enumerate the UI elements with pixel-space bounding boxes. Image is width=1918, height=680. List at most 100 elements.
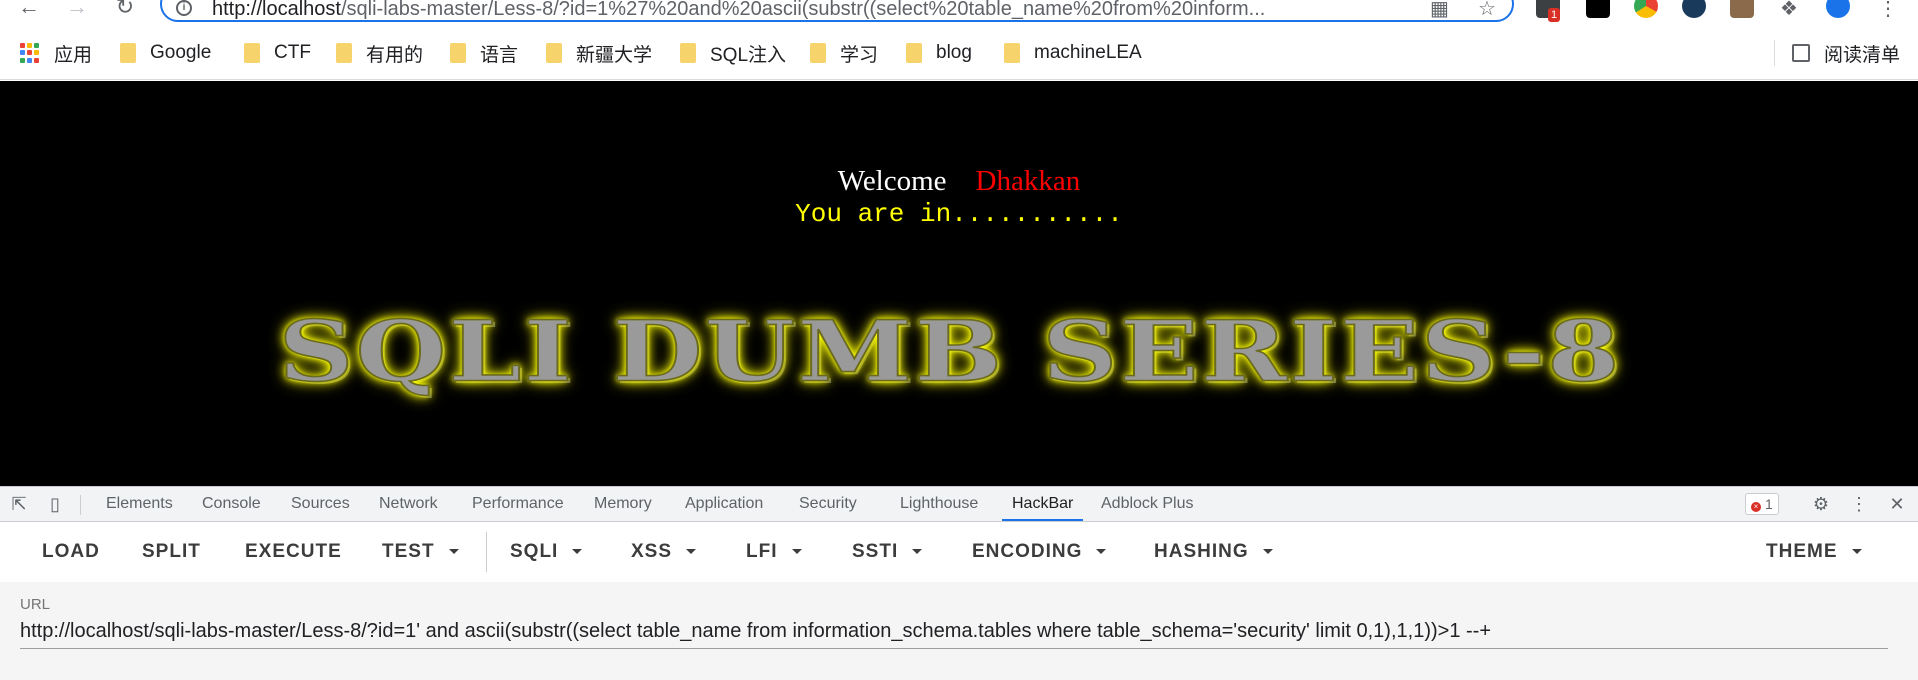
puzzle-icon[interactable]: ❖: [1780, 0, 1798, 21]
bookmark-label: machineLEA: [1034, 42, 1142, 63]
folder-icon: [450, 43, 466, 63]
inspect-element-icon[interactable]: ⇱: [8, 493, 30, 515]
devtools-panel: ⇱ ▯ Elements Console Sources Network Per…: [0, 486, 1918, 680]
bookmarks-bar: 应用 Google CTF 有用的 语言 新疆大学 SQL注入 学习 blog …: [0, 26, 1918, 80]
bookmark-folder-google[interactable]: Google: [120, 40, 211, 66]
execute-button[interactable]: EXECUTE: [245, 540, 342, 564]
bookmark-label: 新疆大学: [576, 44, 653, 66]
tab-lighthouse[interactable]: Lighthouse: [900, 487, 978, 521]
bookmark-folder-ctf[interactable]: CTF: [244, 40, 311, 66]
tab-sources[interactable]: Sources: [291, 487, 350, 521]
address-path: /sqli-labs-master/Less-8/?id=1%27%20and%…: [340, 0, 1266, 20]
tab-security[interactable]: Security: [799, 487, 857, 521]
bookmark-label: Google: [150, 42, 212, 63]
bookmark-label: CTF: [274, 42, 311, 63]
apps-icon: [20, 43, 40, 63]
address-host: http://localhost: [212, 0, 341, 20]
chrome-extension-icon[interactable]: [1634, 0, 1658, 18]
error-counter[interactable]: × 1: [1745, 493, 1779, 515]
xss-label: XSS: [631, 541, 673, 562]
caret-down-icon: [912, 549, 923, 555]
bookmark-label: 学习: [840, 44, 879, 66]
settings-gear-icon[interactable]: ⚙: [1810, 493, 1832, 515]
folder-icon: [906, 43, 922, 63]
page-content: Welcome Dhakkan You are in........... SQ…: [0, 81, 1918, 486]
sqli-dropdown[interactable]: SQLI: [510, 540, 583, 564]
welcome-line: Welcome Dhakkan: [0, 165, 1918, 198]
divider: [486, 532, 487, 572]
banner-logo: SQLI DUMB SERIES-8: [250, 291, 1650, 411]
test-label: TEST: [382, 541, 435, 562]
devtools-menu-icon[interactable]: ⋮: [1848, 493, 1870, 515]
url-input[interactable]: http://localhost/sqli-labs-master/Less-8…: [20, 620, 1491, 643]
lfi-label: LFI: [746, 541, 778, 562]
bookmark-label: 语言: [480, 44, 519, 66]
tab-memory[interactable]: Memory: [594, 487, 652, 521]
url-input-underline: [20, 648, 1888, 649]
tab-network[interactable]: Network: [379, 487, 438, 521]
bookmark-folder-sql-injection[interactable]: SQL注入: [680, 40, 786, 66]
bookmark-star-icon[interactable]: ☆: [1478, 0, 1496, 21]
apps-grid-icon[interactable]: ▦: [1430, 0, 1449, 21]
welcome-text: Welcome: [837, 165, 947, 197]
bookmark-folder-language[interactable]: 语言: [450, 40, 518, 66]
bookmark-folder-blog[interactable]: blog: [906, 40, 972, 66]
caret-down-icon: [1851, 549, 1862, 555]
bookmark-folder-useful[interactable]: 有用的: [336, 40, 423, 66]
divider: [1774, 40, 1775, 66]
menu-kebab-icon[interactable]: ⋮: [1878, 0, 1898, 21]
address-url[interactable]: http://localhost/sqli-labs-master/Less-8…: [212, 0, 1482, 20]
tab-adblock-plus[interactable]: Adblock Plus: [1101, 487, 1194, 521]
device-toolbar-icon[interactable]: ▯: [44, 493, 66, 515]
encoding-label: ENCODING: [972, 541, 1083, 562]
back-icon[interactable]: ←: [16, 0, 42, 20]
caret-down-icon: [1262, 549, 1273, 555]
bookmark-label: SQL注入: [710, 44, 787, 66]
profile-extension-icon[interactable]: [1730, 0, 1754, 18]
ssti-label: SSTI: [852, 541, 899, 562]
lfi-dropdown[interactable]: LFI: [746, 540, 802, 564]
folder-icon: [336, 43, 352, 63]
devtools-tabbar: ⇱ ▯ Elements Console Sources Network Per…: [0, 486, 1918, 522]
caret-down-icon: [791, 549, 802, 555]
folder-icon: [680, 43, 696, 63]
folder-icon: [120, 43, 136, 63]
status-text: You are in...........: [795, 199, 1123, 229]
close-icon[interactable]: ✕: [1886, 493, 1908, 515]
encoding-dropdown[interactable]: ENCODING: [972, 540, 1107, 564]
reload-icon[interactable]: ↻: [112, 0, 138, 20]
banner-text: SQLI DUMB SERIES-8: [278, 301, 1622, 401]
caret-down-icon: [448, 549, 459, 555]
avatar[interactable]: [1826, 0, 1850, 18]
xss-dropdown[interactable]: XSS: [631, 540, 697, 564]
tab-application[interactable]: Application: [685, 487, 763, 521]
hackbar-extension-icon[interactable]: [1586, 0, 1610, 18]
forward-icon[interactable]: →: [64, 0, 90, 20]
tab-elements[interactable]: Elements: [106, 487, 173, 521]
site-info-icon[interactable]: i: [176, 0, 192, 16]
bookmark-folder-study[interactable]: 学习: [810, 40, 878, 66]
folder-icon: [1004, 43, 1020, 63]
tab-performance[interactable]: Performance: [472, 487, 564, 521]
hash-extension-icon[interactable]: [1682, 0, 1706, 18]
browser-toolbar: ← → ↻ i http://localhost/sqli-labs-maste…: [0, 0, 1918, 26]
reading-list-icon: [1792, 44, 1810, 62]
test-dropdown[interactable]: TEST: [382, 540, 459, 564]
reading-list-button[interactable]: 阅读清单: [1792, 40, 1900, 66]
load-button[interactable]: LOAD: [42, 540, 100, 564]
bookmark-apps[interactable]: 应用: [20, 40, 92, 66]
caret-down-icon: [572, 549, 583, 555]
extension-badge: 1: [1548, 8, 1561, 22]
bookmark-folder-xinjiang-university[interactable]: 新疆大学: [546, 40, 652, 66]
theme-dropdown[interactable]: THEME: [1766, 540, 1862, 564]
hashing-dropdown[interactable]: HASHING: [1154, 540, 1273, 564]
tab-console[interactable]: Console: [202, 487, 261, 521]
ssti-dropdown[interactable]: SSTI: [852, 540, 923, 564]
caret-down-icon: [686, 549, 697, 555]
address-bar[interactable]: i http://localhost/sqli-labs-master/Less…: [160, 0, 1514, 22]
hackbar-url-field[interactable]: URL http://localhost/sqli-labs-master/Le…: [0, 582, 1918, 680]
tab-hackbar[interactable]: HackBar: [1002, 487, 1084, 521]
split-button[interactable]: SPLIT: [142, 540, 201, 564]
sqli-label: SQLI: [510, 541, 559, 562]
bookmark-folder-machinelea[interactable]: machineLEA: [1004, 40, 1142, 66]
